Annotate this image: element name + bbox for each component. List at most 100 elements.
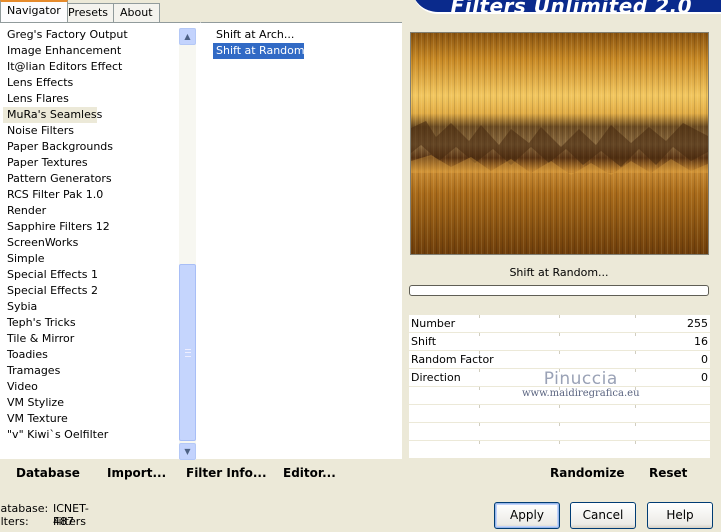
slider-tick (479, 369, 480, 372)
slider-tick (559, 441, 560, 444)
category-item[interactable]: Render (3, 203, 178, 219)
preview-filter-name: Shift at Random... (408, 262, 710, 284)
parameter-row[interactable] (409, 405, 710, 423)
slider-tick (479, 405, 480, 408)
category-item[interactable]: Teph's Tricks (3, 315, 178, 331)
parameter-row[interactable] (409, 423, 710, 441)
preview-toolbar: Randomize Reset (402, 459, 721, 488)
category-item[interactable]: "v" Kiwi`s Oelfilter (3, 427, 178, 443)
grip-icon (185, 349, 191, 357)
slider-tick (559, 351, 560, 354)
slider-tick (479, 423, 480, 426)
parameter-value: 16 (694, 335, 708, 348)
editor-button[interactable]: Editor... (283, 459, 336, 488)
slider-tick (635, 369, 636, 372)
category-item[interactable]: Toadies (3, 347, 178, 363)
randomize-button[interactable]: Randomize (550, 459, 624, 488)
parameter-value: 0 (701, 353, 708, 366)
slider-tick (479, 387, 480, 390)
parameter-row[interactable] (409, 387, 710, 405)
parameter-row[interactable]: Number 255 (409, 315, 710, 333)
category-item[interactable]: Pattern Generators (3, 171, 178, 187)
category-item[interactable]: Greg's Factory Output (3, 27, 178, 43)
slider-tick (559, 405, 560, 408)
category-item[interactable]: VM Stylize (3, 395, 178, 411)
category-item[interactable]: Tile & Mirror (3, 331, 178, 347)
category-item[interactable]: Tramages (3, 363, 178, 379)
category-item[interactable]: Sapphire Filters 12 (3, 219, 178, 235)
category-item[interactable]: Simple (3, 251, 178, 267)
slider-tick (635, 315, 636, 318)
tab-navigator[interactable]: Navigator (0, 0, 68, 22)
database-button[interactable]: Database (16, 459, 80, 488)
parameter-label: Number (411, 317, 456, 330)
category-item[interactable]: Video (3, 379, 178, 395)
category-item[interactable]: MuRa's Seamless (3, 107, 102, 123)
category-item[interactable]: Sybia (3, 299, 178, 315)
category-item[interactable]: It@lian Editors Effect (3, 59, 178, 75)
scroll-up-button[interactable]: ▲ (179, 28, 196, 45)
slider-tick (635, 441, 636, 444)
slider-tick (559, 369, 560, 372)
slider-tick (635, 387, 636, 390)
parameter-label: Random Factor (411, 353, 494, 366)
progress-bar (409, 285, 709, 296)
category-item[interactable]: Lens Flares (3, 91, 178, 107)
navigator-toolbar: Database Import... Filter Info... Editor… (0, 459, 402, 488)
slider-tick (635, 423, 636, 426)
tab-bar: Navigator Presets About (0, 0, 410, 22)
category-scrollbar[interactable]: ▲ ▼ (179, 28, 196, 460)
parameter-row[interactable]: Direction 0 (409, 369, 710, 387)
filters-label: Filters: (0, 515, 29, 528)
scroll-thumb[interactable] (179, 264, 196, 441)
slider-tick (635, 333, 636, 336)
tab-about[interactable]: About (113, 3, 160, 22)
category-item[interactable]: Paper Backgrounds (3, 139, 178, 155)
slider-tick (479, 441, 480, 444)
apply-button[interactable]: Apply (494, 502, 560, 529)
filters-value: 487 (53, 515, 74, 528)
filter-list: Shift at Arch... Shift at Random... (213, 27, 315, 59)
category-item[interactable]: Noise Filters (3, 123, 178, 139)
category-item[interactable]: RCS Filter Pak 1.0 (3, 187, 178, 203)
help-button[interactable]: Help (647, 502, 713, 529)
parameter-label: Direction (411, 371, 461, 384)
parameter-row[interactable]: Shift 16 (409, 333, 710, 351)
parameter-row[interactable]: Random Factor 0 (409, 351, 710, 369)
reset-button[interactable]: Reset (649, 459, 687, 488)
parameter-row[interactable] (409, 441, 710, 459)
slider-tick (479, 315, 480, 318)
filter-panel: Shift at Arch... Shift at Random... (200, 22, 402, 459)
category-item[interactable]: Special Effects 1 (3, 267, 178, 283)
tab-presets[interactable]: Presets (61, 3, 116, 22)
parameter-value: 255 (687, 317, 708, 330)
category-item[interactable]: Paper Textures (3, 155, 178, 171)
cancel-button[interactable]: Cancel (570, 502, 636, 529)
filter-item[interactable]: Shift at Random... (213, 43, 315, 59)
parameter-label: Shift (411, 335, 437, 348)
slider-tick (479, 333, 480, 336)
import-button[interactable]: Import... (107, 459, 166, 488)
database-label: Database: (0, 502, 49, 515)
preview-panel: Shift at Random... Number 255 Shift 16 Rando… (402, 22, 721, 459)
category-item[interactable]: Image Enhancement (3, 43, 178, 59)
slider-tick (559, 315, 560, 318)
brand-title: Filters Unlimited 2.0 (450, 0, 692, 18)
category-item[interactable]: Lens Effects (3, 75, 178, 91)
slider-tick (635, 405, 636, 408)
category-item[interactable]: ScreenWorks (3, 235, 178, 251)
parameter-table: Number 255 Shift 16 Random Factor 0 Direction 0 (409, 315, 710, 459)
filter-info-button[interactable]: Filter Info... (186, 459, 267, 488)
brand-banner: Filters Unlimited 2.0 (412, 0, 721, 18)
scroll-down-button[interactable]: ▼ (179, 443, 196, 460)
category-list: Greg's Factory Output Image Enhancement It… (3, 27, 178, 443)
parameter-value: 0 (701, 371, 708, 384)
preview-image[interactable] (410, 32, 709, 255)
category-panel: Greg's Factory Output Image Enhancement It… (0, 22, 200, 460)
category-item[interactable]: Special Effects 2 (3, 283, 178, 299)
filter-item[interactable]: Shift at Arch... (213, 27, 304, 43)
slider-tick (635, 351, 636, 354)
slider-tick (559, 423, 560, 426)
slider-tick (559, 333, 560, 336)
category-item[interactable]: VM Texture (3, 411, 178, 427)
